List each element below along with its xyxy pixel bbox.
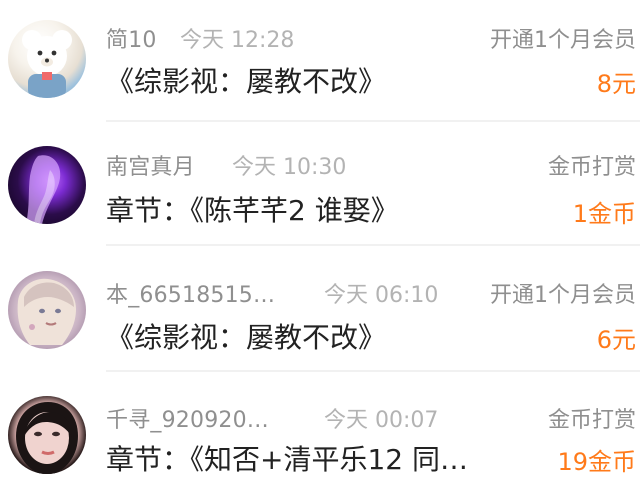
activity-list: 简10 今天 12:28 开通1个月会员 《综影视：屡教不改》 8元 南宫真月 … bbox=[0, 0, 640, 501]
amount: 8元 bbox=[596, 70, 636, 98]
avatar[interactable] bbox=[8, 20, 86, 98]
avatar[interactable] bbox=[8, 146, 86, 224]
list-item[interactable]: 南宫真月 今天 10:30 金币打赏 章节：《陈芊芊2 谁娶》 1金币 bbox=[0, 124, 640, 246]
purple-portrait-icon bbox=[26, 155, 61, 224]
user-name[interactable]: 本_66518515… bbox=[106, 277, 275, 309]
amount: 1金币 bbox=[572, 200, 636, 228]
action-type: 金币打赏 bbox=[547, 155, 636, 180]
item-title[interactable]: 《综影视：屡教不改》 bbox=[106, 60, 526, 100]
divider bbox=[106, 370, 640, 372]
amount: 6元 bbox=[596, 326, 636, 354]
teddy-bear-icon bbox=[22, 30, 72, 98]
item-title[interactable]: 章节：《陈芊芊2 谁娶》 bbox=[106, 189, 526, 229]
timestamp: 今天 06:10 bbox=[324, 283, 439, 308]
avatar[interactable] bbox=[8, 396, 86, 474]
item-title[interactable]: 《综影视：屡教不改》 bbox=[106, 316, 526, 356]
divider bbox=[106, 244, 640, 246]
user-name[interactable]: 南宫真月 bbox=[106, 149, 195, 181]
divider bbox=[106, 120, 640, 122]
avatar[interactable] bbox=[8, 271, 86, 349]
photo-portrait-icon bbox=[16, 402, 78, 474]
list-item[interactable]: 简10 今天 12:28 开通1个月会员 《综影视：屡教不改》 8元 bbox=[0, 0, 640, 122]
user-name[interactable]: 千寻_920920… bbox=[106, 402, 269, 434]
timestamp: 今天 10:30 bbox=[232, 155, 347, 180]
user-name[interactable]: 简10 bbox=[106, 22, 157, 54]
timestamp: 今天 12:28 bbox=[180, 28, 295, 53]
anime-girl-icon bbox=[17, 278, 76, 345]
amount: 19金币 bbox=[557, 448, 636, 476]
action-type: 开通1个月会员 bbox=[490, 283, 636, 308]
action-type: 开通1个月会员 bbox=[490, 28, 636, 53]
timestamp: 今天 00:07 bbox=[324, 408, 439, 433]
action-type: 金币打赏 bbox=[547, 408, 636, 433]
list-item[interactable]: 千寻_920920… 今天 00:07 金币打赏 章节：《知否+清平乐12 同…… bbox=[0, 374, 640, 494]
item-title[interactable]: 章节：《知否+清平乐12 同… bbox=[106, 438, 526, 478]
list-item[interactable]: 本_66518515… 今天 06:10 开通1个月会员 《综影视：屡教不改》 … bbox=[0, 250, 640, 372]
